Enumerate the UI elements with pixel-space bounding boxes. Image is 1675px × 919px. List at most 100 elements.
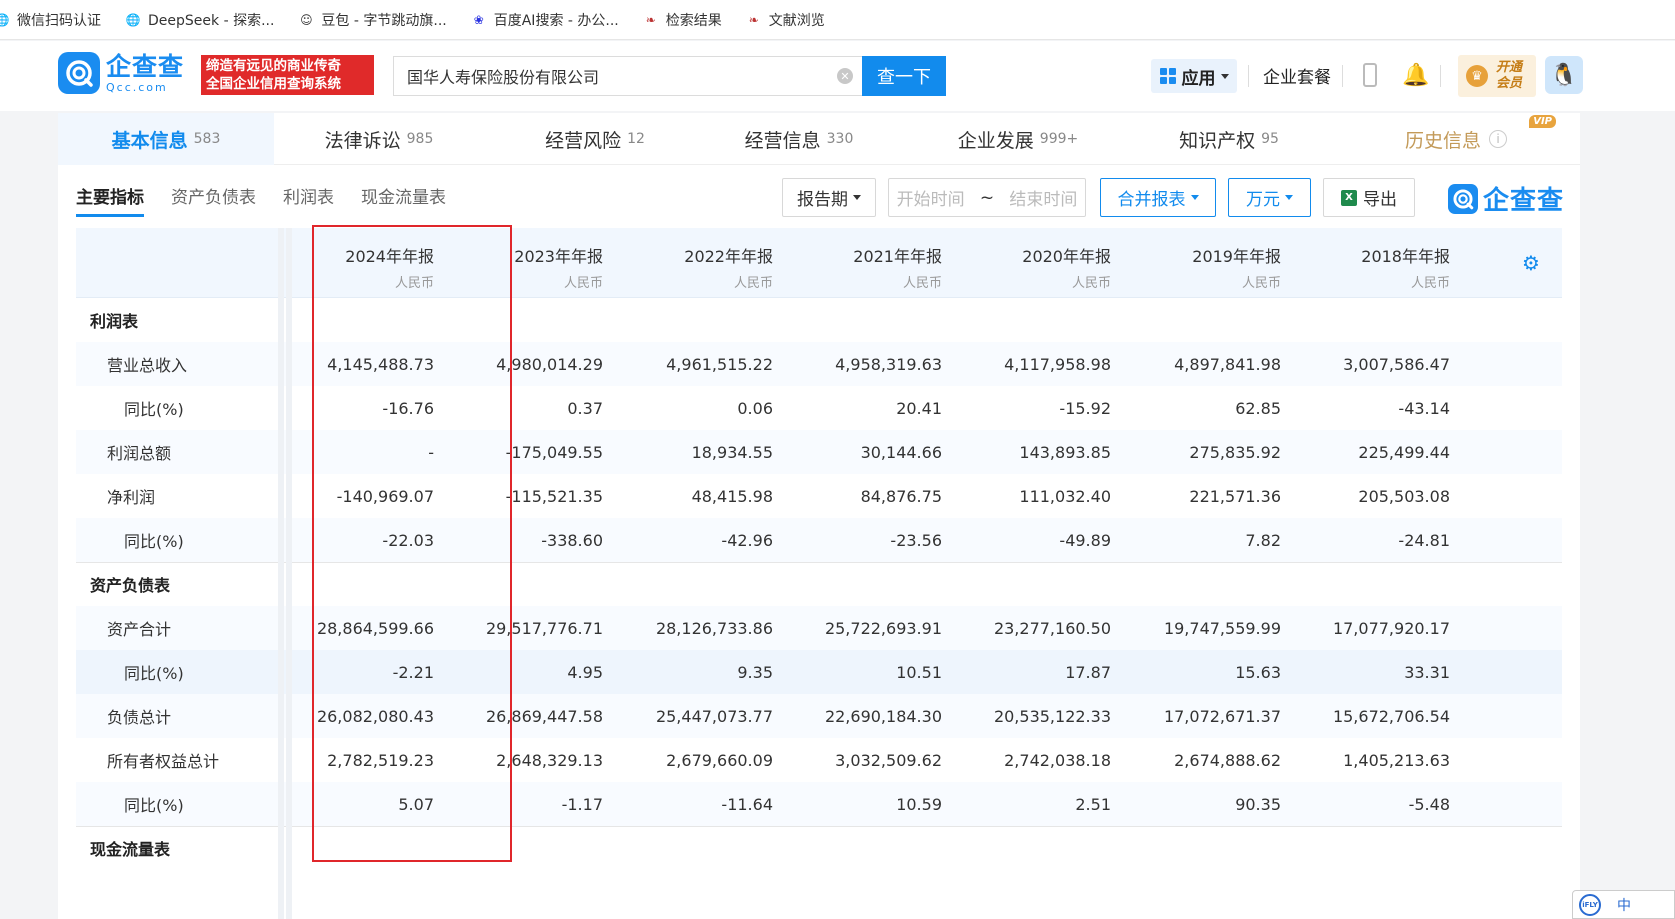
table-row: 同比(%) -2.21 4.95 9.35 10.51 17.87 15.63 33.31 [76, 650, 1562, 694]
table-cell: 111,032.40 [1019, 486, 1111, 506]
column-currency: 人民币 [1241, 276, 1281, 291]
bookmark-label: DeepSeek - 探索... [148, 12, 275, 29]
table-cell: 2,679,660.09 [666, 750, 773, 770]
qcc-logo-icon [58, 52, 100, 94]
column-currency: 人民币 [1071, 276, 1111, 291]
table-cell: 84,876.75 [860, 486, 942, 506]
column-header: 2019年年报人民币 [1111, 228, 1281, 298]
bookmark-label: 百度AI搜索 - 办公... [493, 12, 619, 29]
table-cell: 22,690,184.30 [824, 706, 942, 726]
subtab-income-statement[interactable]: 利润表 [283, 183, 334, 217]
iflytek-ime-widget[interactable]: iFLY 中 [1572, 890, 1675, 919]
apps-menu-button[interactable]: 应用 [1151, 59, 1237, 93]
export-button[interactable]: X 导出 [1323, 178, 1415, 217]
table-cell: 19,747,559.99 [1163, 618, 1281, 638]
tab-label: 知识产权 [1179, 129, 1256, 152]
table-cell: 3,007,586.47 [1343, 354, 1450, 374]
settings-gear-icon[interactable]: ⚙ [1516, 248, 1546, 278]
tab-basic-info[interactable]: 基本信息 583 [58, 113, 274, 165]
end-date-input[interactable]: 结束时间 [1009, 185, 1077, 210]
vip-membership-button[interactable]: ♛ 开通 会员 [1458, 55, 1536, 97]
qcc-watermark-logo: 企查查 [1448, 180, 1564, 217]
tab-label: 法律诉讼 [324, 129, 401, 152]
start-date-input[interactable]: 开始时间 [897, 185, 965, 210]
table-cell: 10.51 [896, 662, 942, 682]
apps-label: 应用 [1181, 68, 1216, 89]
divider [1342, 65, 1343, 87]
info-icon: i [1489, 130, 1507, 148]
tab-label: 基本信息 [111, 129, 188, 152]
tab-business-risk[interactable]: 经营风险 12 [490, 113, 700, 165]
consolidated-report-dropdown[interactable]: 合并报表 [1100, 178, 1216, 217]
label-column [76, 228, 292, 919]
table-cell: 2,742,038.18 [1004, 750, 1111, 770]
iflytek-logo-icon: iFLY [1579, 893, 1601, 916]
bookmark-baidu-ai[interactable]: ❀ 百度AI搜索 - 办公... [471, 10, 619, 30]
table-row: 净利润 -140,969.07 -115,521.35 48,415.98 84,876… [76, 474, 1562, 518]
table-cell: -42.96 [721, 530, 773, 550]
bell-icon[interactable]: 🔔 [1402, 63, 1429, 88]
main-tabs: 基本信息 583 法律诉讼 985 经营风险 12 经营信息 330 企业发展 999+ … [58, 113, 1580, 165]
tab-ip[interactable]: 知识产权 95 [1124, 113, 1334, 165]
table-row: 同比(%) -16.76 0.37 0.06 20.41 -15.92 62.85 -43.1… [76, 386, 1562, 430]
table-cell: 17,072,671.37 [1163, 706, 1281, 726]
qcc-logo[interactable]: 企查查 Qcc.com [58, 52, 184, 94]
table-cell: 2,674,888.62 [1174, 750, 1281, 770]
export-label: 导出 [1363, 190, 1397, 210]
consolidated-label: 合并报表 [1117, 190, 1186, 210]
tab-count: 330 [826, 131, 854, 147]
chevron-down-icon [853, 195, 861, 200]
report-period-dropdown[interactable]: 报告期 [782, 178, 876, 217]
clear-icon[interactable]: ✕ [837, 68, 853, 84]
table-cell: 225,499.44 [1358, 442, 1450, 462]
subtab-balance-sheet[interactable]: 资产负债表 [171, 183, 256, 217]
search-box[interactable]: 国华人寿保险股份有限公司 ✕ [393, 56, 863, 96]
subtab-cash-flow[interactable]: 现金流量表 [361, 183, 446, 217]
column-year: 2022年年报 [684, 247, 773, 266]
chevron-down-icon [1285, 195, 1293, 200]
slogan-line-1: 缔造有远见的商业传奇 [206, 58, 341, 74]
range-separator: ~ [979, 187, 995, 208]
avatar[interactable]: 🐧 [1545, 56, 1583, 94]
subtab-key-indicators[interactable]: 主要指标 [76, 183, 144, 217]
table-row: 所有者权益总计 2,782,519.23 2,648,329.13 2,679,660… [76, 738, 1562, 782]
bookmark-wechat-auth[interactable]: 🌐 微信扫码认证 [0, 10, 101, 30]
tab-litigation[interactable]: 法律诉讼 985 [274, 113, 484, 165]
tab-history[interactable]: 历史信息 i VIP [1346, 113, 1566, 165]
tab-business-info[interactable]: 经营信息 330 [694, 113, 904, 165]
search-button[interactable]: 查一下 [862, 56, 946, 96]
tab-count: 999+ [1039, 131, 1079, 147]
column-year: 2018年年报 [1361, 247, 1450, 266]
enterprise-suite-link[interactable]: 企业套餐 [1263, 63, 1331, 88]
column-header: 2022年年报 人民币 [603, 228, 773, 298]
search-input[interactable]: 国华人寿保险股份有限公司 [394, 64, 837, 88]
unit-dropdown[interactable]: 万元 [1228, 178, 1311, 217]
ime-mode-label: 中 [1617, 897, 1631, 914]
tab-development[interactable]: 企业发展 999+ [908, 113, 1128, 165]
date-range-picker[interactable]: 开始时间 ~ 结束时间 [888, 178, 1086, 217]
table-row: 资产合计 28,864,599.66 29,517,776.71 28,126,733… [76, 606, 1562, 650]
tab-count: 95 [1261, 131, 1279, 147]
table-cell: 0.06 [737, 398, 773, 418]
column-year: 2019年年报 [1192, 247, 1281, 266]
column-header: 2020年年报 人民币 [941, 228, 1111, 298]
tab-label: 经营风险 [545, 129, 622, 152]
logo-wordmark: 企查查 [106, 51, 185, 81]
table-row: 负债总计 26,082,080.43 26,869,447.58 25,447,073… [76, 694, 1562, 738]
mobile-icon[interactable] [1363, 63, 1377, 87]
bookmarks-bar: 🌐 微信扫码认证 🌐 DeepSeek - 探索... ☺ 豆包 - 字节跳动旗… [0, 0, 1675, 40]
table-cell: 1,405,213.63 [1343, 750, 1450, 770]
tab-label: 经营信息 [744, 129, 821, 152]
sub-tabs: 主要指标 资产负债表 利润表 现金流量表 [76, 183, 473, 217]
bookmark-search-results[interactable]: ❧ 检索结果 [643, 10, 722, 30]
bookmark-doubao[interactable]: ☺ 豆包 - 字节跳动旗... [298, 10, 447, 30]
table-cell: 90.35 [1235, 794, 1281, 814]
table-cell: 143,893.85 [1019, 442, 1111, 462]
bookmark-deepseek[interactable]: 🌐 DeepSeek - 探索... [125, 10, 275, 30]
table-cell: 15,672,706.54 [1332, 706, 1450, 726]
excel-icon: X [1341, 189, 1357, 206]
bookmark-literature[interactable]: ❧ 文献浏览 [746, 10, 825, 30]
apps-grid-icon [1159, 68, 1176, 84]
table-cell: 62.85 [1235, 398, 1281, 418]
financial-table: 利润表 营业总收入 4,145,488.73 4,980,014.29 4,961,51… [76, 228, 1562, 919]
